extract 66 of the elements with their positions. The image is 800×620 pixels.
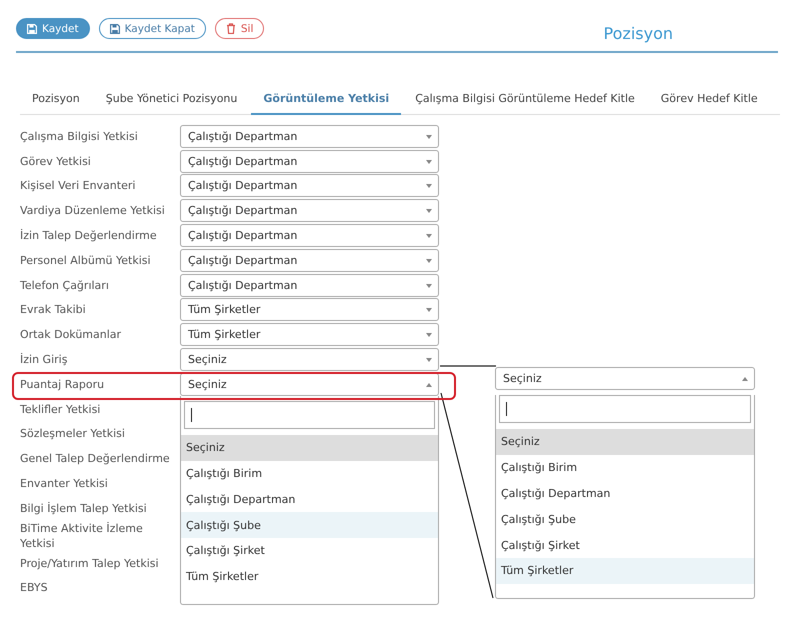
dropdown-option[interactable]: Çalıştığı Şube — [181, 512, 438, 538]
tab[interactable]: Görev Hedef Kitle — [648, 85, 770, 115]
select-field[interactable]: Çalıştığı Departman — [180, 174, 439, 198]
select-field[interactable]: Tüm Şirketler — [180, 298, 439, 322]
field-label: Evrak Takibi — [20, 302, 87, 318]
dropdown-option[interactable]: Çalıştığı Birim — [496, 454, 754, 481]
caret-icon — [426, 382, 432, 387]
field-label: İzin Giriş — [20, 352, 68, 368]
dropdown-option[interactable]: Çalıştığı Departman — [496, 480, 754, 506]
field-label: Kişisel Veri Envanteri — [20, 178, 136, 194]
dropdown-option[interactable]: Çalıştığı Şirket — [181, 538, 438, 564]
dropdown-option[interactable]: Çalıştığı Şube — [496, 506, 754, 532]
dropdown-option[interactable]: Çalıştığı Şirket — [496, 532, 754, 558]
field-label: Vardiya Düzenleme Yetkisi — [20, 203, 166, 218]
search-field[interactable] — [499, 395, 751, 423]
select-field[interactable]: Çalıştığı Departman — [180, 124, 439, 148]
trash-icon — [226, 23, 236, 34]
field-label: Teklifler Yetkisi — [20, 402, 102, 417]
caret-icon — [426, 358, 432, 362]
select-field[interactable]: Seçiniz — [180, 372, 439, 396]
caret-icon — [426, 258, 432, 263]
save-button[interactable]: Kaydet Kapat — [98, 18, 206, 39]
field-label: Genel Talep Değerlendirme — [20, 451, 171, 466]
field-label: Görev Yetkisi — [20, 154, 92, 169]
dropdown-option[interactable]: Tüm Şirketler — [496, 558, 754, 584]
caret-icon — [426, 134, 432, 139]
field-label: EBYS — [20, 580, 49, 596]
dropdown-option[interactable]: Seçiniz — [181, 434, 438, 461]
field-label: BiTime Aktivite İzleme Yetkisi — [20, 520, 144, 551]
field-label: Çalışma Bilgisi Yetkisi — [20, 128, 139, 144]
delete-button[interactable]: Sil — [214, 18, 264, 39]
select-field[interactable]: Çalıştığı Departman — [180, 224, 439, 248]
dropdown-option[interactable]: Çalıştığı Birim — [181, 460, 438, 486]
tab[interactable]: Pozisyon — [20, 85, 92, 115]
select-field[interactable]: Seçiniz — [495, 367, 755, 390]
tab[interactable]: Görüntüleme Yetkisi — [251, 85, 402, 115]
field-label: Proje/Yatırım Talep Yetkisi — [20, 556, 160, 571]
field-label: Telefon Çağrıları — [20, 278, 110, 293]
select-field[interactable]: Tüm Şirketler — [180, 323, 439, 346]
select-field[interactable]: Seçiniz — [180, 348, 439, 372]
page-title: Pozisyon — [604, 24, 673, 43]
field-label: İzin Talep Değerlendirme — [20, 228, 158, 244]
caret-icon — [426, 184, 432, 188]
field-label: Envanter Yetkisi — [20, 476, 109, 492]
field-label: Puantaj Raporu — [20, 376, 106, 392]
select-field[interactable]: Çalıştığı Departman — [180, 274, 439, 297]
caret-icon — [426, 284, 432, 288]
field-label: Personel Albümü Yetkisi — [20, 252, 152, 268]
tab[interactable]: Şube Yönetici Pozisyonu — [94, 85, 250, 115]
dropdown-option[interactable]: Seçiniz — [496, 429, 754, 455]
caret-icon — [426, 160, 432, 164]
caret-icon — [426, 333, 432, 338]
tab[interactable]: Çalışma Bilgisi Görüntüleme Hedef Kitle — [403, 85, 647, 115]
caret-icon — [426, 308, 432, 312]
select-field[interactable]: Çalıştığı Departman — [180, 199, 439, 222]
field-label: Bilgi İşlem Talep Yetkisi — [20, 500, 148, 516]
caret-icon — [426, 209, 432, 214]
field-label: Ortak Dokümanlar — [20, 327, 122, 342]
select-field[interactable]: Çalıştığı Departman — [180, 150, 439, 173]
search-field[interactable] — [184, 400, 435, 429]
select-field[interactable]: Çalıştığı Departman — [180, 248, 439, 272]
caret-icon — [742, 377, 748, 381]
dropdown-option[interactable]: Tüm Şirketler — [181, 564, 438, 590]
field-label: Sözleşmeler Yetkisi — [20, 426, 126, 442]
caret-icon — [426, 234, 432, 238]
dropdown-option[interactable]: Çalıştığı Departman — [181, 486, 438, 512]
